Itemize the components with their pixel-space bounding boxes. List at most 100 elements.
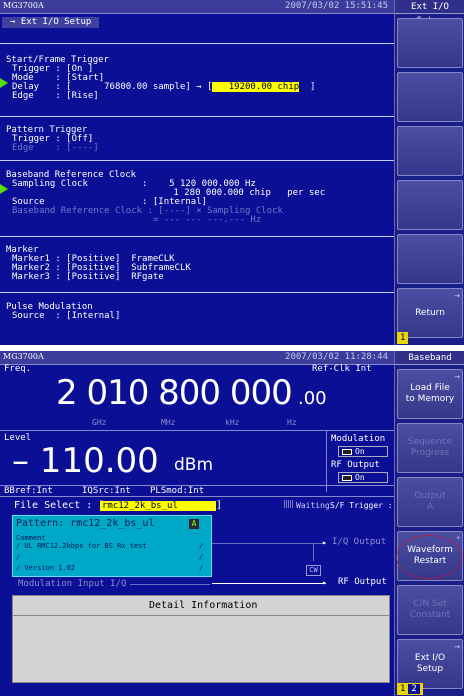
unit-mhz: MHz — [161, 418, 176, 427]
ref-clk-status: Ref-Clk Int — [312, 364, 372, 374]
title-bar: MG3700A 2007/03/02 15:51:45 — [0, 0, 394, 14]
softkey-label: Ext I/O Setup — [414, 653, 446, 674]
baseband-reference-clock-panel: Baseband Reference Clock Sampling Clock … — [0, 160, 394, 236]
unit-hz: Hz — [287, 418, 297, 427]
unit-khz: kHz — [225, 418, 240, 427]
file-select-label: File Select : [ — [14, 500, 105, 511]
load-file-button[interactable]: → Load File to Memory — [397, 369, 463, 419]
marker-panel: Marker Marker1 : [Positive] FrameCLK Mar… — [0, 236, 394, 292]
return-button[interactable]: → Return — [397, 288, 463, 338]
unit-ghz: GHz — [92, 418, 107, 427]
delay-chip-value[interactable]: 19200.00 chip — [212, 82, 300, 92]
toggle-icon — [342, 448, 352, 455]
divider — [0, 430, 394, 431]
anritsu-logo: MG3700A — [3, 352, 44, 361]
pattern-label: Pattern: rmc12_2k_bs_ul — [16, 518, 155, 529]
toggle-icon — [342, 474, 352, 481]
softkey-3[interactable] — [397, 126, 463, 176]
comment-line-3: / Version 1.02 — [16, 564, 76, 572]
freq-label: Freq. — [4, 364, 32, 374]
divider — [13, 615, 389, 616]
detail-information-panel: Detail Information — [12, 595, 390, 683]
selection-indicator-icon — [0, 184, 8, 194]
frequency-decimal: .00 — [298, 388, 327, 409]
return-label: Return — [415, 307, 445, 318]
modulation-input-label: Modulation Input I/Q — [18, 579, 127, 589]
pulse-source-field[interactable]: Source : [Internal] — [12, 312, 120, 321]
edge-field[interactable]: Edge : [Rise] — [12, 92, 99, 101]
pattern-edge-field: Edge : [----] — [12, 143, 99, 153]
clock-readout: 2007/03/02 15:51:45 — [285, 1, 388, 11]
selection-indicator-icon — [0, 78, 8, 88]
level-unit: dBm — [174, 455, 214, 475]
cn-set-constant-button[interactable]: C/N Set Constant — [397, 585, 463, 635]
waveform-restart-button[interactable]: * Waveform Restart — [396, 531, 463, 581]
file-select-bracket: ] — [216, 500, 223, 511]
softkey-label: Waveform Restart — [407, 545, 453, 566]
output-a-button[interactable]: Output A — [397, 477, 463, 527]
softkey-label: C/N Set Constant — [409, 599, 451, 620]
rf-path-line — [212, 583, 326, 584]
softkey-label: Sequence Progress — [407, 437, 453, 458]
cw-indicator: CW — [306, 565, 321, 576]
pattern-info-box: Pattern: rmc12_2k_bs_ul A Comment / UL R… — [12, 515, 212, 577]
softkey-menu-title: Ext I/O Setup — [395, 0, 464, 26]
pulse-modulation-panel: Pulse Modulation Source : [Internal] — [0, 292, 394, 332]
arrow-icon: → — [454, 373, 460, 381]
frequency-value[interactable]: 2 010 800 000 — [56, 373, 293, 413]
modulation-state: On — [355, 447, 365, 456]
divider — [0, 496, 394, 497]
file-select-input[interactable]: rmc12_2k_bs_ul — [100, 501, 216, 511]
waiting-bar-icon — [284, 500, 294, 508]
page-current: 1 — [400, 684, 406, 694]
rf-output-path-label: RF Output — [338, 577, 387, 587]
plsmod-status: PLSmod:Int — [150, 486, 205, 496]
comment-line-1: / UL RMC12.2kbps for BS Rx test — [16, 542, 147, 550]
path-connector — [313, 543, 314, 561]
arrow-icon: ▸ — [322, 538, 327, 547]
softkey-panel: Ext I/O Setup → Return 1 — [394, 0, 464, 345]
waiting-status: Waiting — [296, 501, 330, 510]
softkey-2[interactable] — [397, 72, 463, 122]
marker3-field[interactable]: Marker3 : [Positive] RFgate — [12, 273, 164, 282]
comment-slash-1: / — [199, 542, 204, 550]
pattern-trigger-panel: Pattern Trigger Trigger : [Off] Edge : [… — [0, 116, 394, 162]
mod-input-line — [130, 584, 210, 585]
sequence-progress-button[interactable]: Sequence Progress — [397, 423, 463, 473]
level-value[interactable]: – 110.00 — [12, 441, 159, 481]
title-bar: MG3700A 2007/03/02 11:28:44 — [0, 351, 394, 365]
detail-title: Detail Information — [149, 600, 258, 611]
bb-reference-hz: = --- --- ---.--- Hz — [12, 215, 262, 225]
ext-io-setup-screen: MG3700A 2007/03/02 15:51:45 → Ext I/O Se… — [0, 0, 464, 345]
page-indicator: 1 — [397, 332, 409, 344]
iqsrc-status: IQSrc:Int — [82, 486, 131, 496]
rf-output-label: RF Output — [331, 460, 380, 470]
arrow-icon: → — [454, 292, 460, 300]
asterisk-icon: * — [456, 535, 461, 543]
pattern-badge: A — [189, 519, 199, 529]
iq-path-line — [212, 543, 326, 544]
comment-slash-2: / — [199, 553, 204, 561]
softkey-label: Load File to Memory — [405, 383, 455, 404]
baseband-screen: MG3700A 2007/03/02 11:28:44 Freq. Ref-Cl… — [0, 351, 464, 696]
page-indicator: 12 — [397, 683, 423, 695]
ext-io-setup-button[interactable]: → Ext I/O Setup — [397, 639, 463, 689]
softkey-5[interactable] — [397, 234, 463, 284]
clock-readout: 2007/03/02 11:28:44 — [285, 352, 388, 362]
page-next: 2 — [408, 684, 420, 694]
rf-output-toggle[interactable]: On — [338, 472, 388, 483]
softkey-4[interactable] — [397, 180, 463, 230]
bbref-status: BBref:Int — [4, 486, 53, 496]
comment-line-2: / — [16, 553, 21, 561]
modulation-toggle[interactable]: On — [338, 446, 388, 457]
start-frame-trigger-panel: Start/Frame Trigger Trigger : [On ] Mode… — [0, 43, 394, 115]
iq-output-label: I/Q Output — [332, 537, 387, 547]
arrow-icon: ▸ — [322, 578, 327, 587]
modulation-label: Modulation — [331, 434, 386, 444]
tab-ext-io-setup[interactable]: → Ext I/O Setup — [2, 17, 100, 28]
softkey-menu-title: Baseband — [395, 351, 464, 365]
softkey-1[interactable] — [397, 18, 463, 68]
comment-slash-3: / — [199, 564, 204, 572]
comment-title: Comment — [16, 534, 46, 542]
rf-output-state: On — [355, 473, 365, 482]
